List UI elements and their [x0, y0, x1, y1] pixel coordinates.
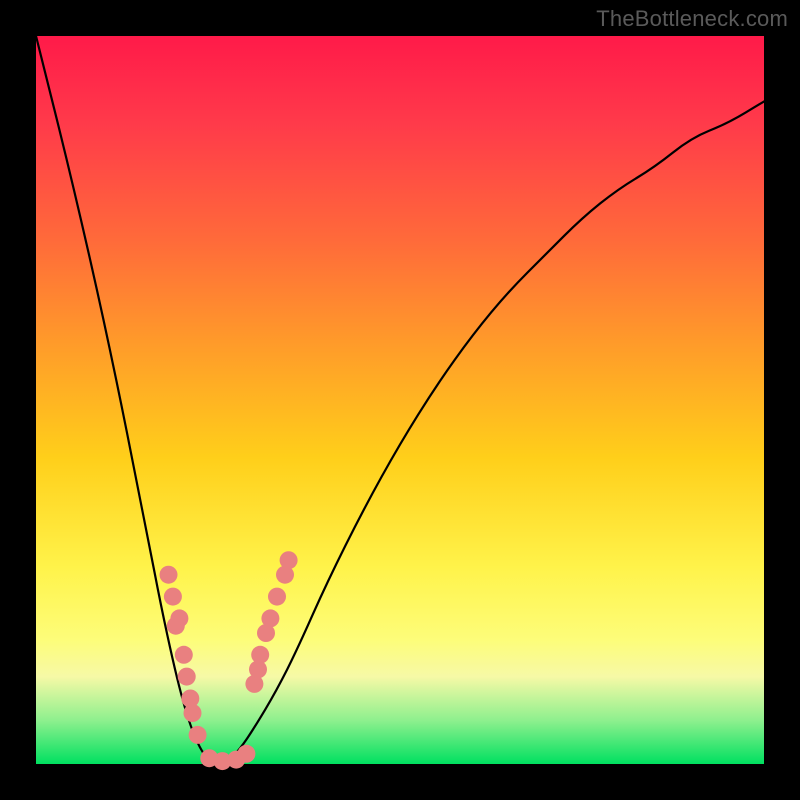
data-points — [160, 551, 298, 770]
data-point — [237, 745, 255, 763]
chart-frame: TheBottleneck.com — [0, 0, 800, 800]
data-point — [268, 588, 286, 606]
data-point — [160, 566, 178, 584]
data-point — [280, 551, 298, 569]
data-point — [189, 726, 207, 744]
data-point — [184, 704, 202, 722]
bottleneck-curve — [36, 36, 764, 764]
data-point — [178, 668, 196, 686]
watermark-text: TheBottleneck.com — [596, 6, 788, 32]
data-point — [164, 588, 182, 606]
data-point — [167, 617, 185, 635]
data-point — [251, 646, 269, 664]
plot-area — [36, 36, 764, 764]
data-point — [175, 646, 193, 664]
chart-overlay — [36, 36, 764, 764]
data-point — [261, 609, 279, 627]
